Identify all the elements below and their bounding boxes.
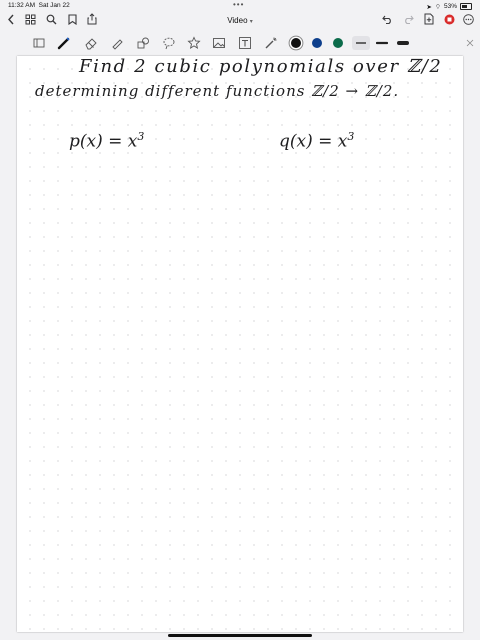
note-line-1: Find 2 cubic polynomials over ℤ/2 bbox=[79, 56, 443, 77]
stroke-thin-icon[interactable] bbox=[352, 36, 370, 50]
multitasking-dots[interactable]: ••• bbox=[233, 0, 244, 9]
status-bar: 11:32 AM Sat Jan 22 ••• ➤ ⌔ 53% bbox=[0, 0, 480, 11]
stroke-thick-icon[interactable] bbox=[396, 36, 410, 50]
highlighter-icon[interactable] bbox=[110, 36, 124, 50]
note-page[interactable]: Find 2 cubic polynomials over ℤ/2 determ… bbox=[17, 56, 463, 632]
undo-icon[interactable] bbox=[381, 13, 393, 25]
lasso-select-icon[interactable] bbox=[162, 36, 176, 50]
color-swatch-blue[interactable] bbox=[312, 38, 322, 48]
color-swatch-black[interactable] bbox=[291, 38, 301, 48]
expression-q: q(x) = x3 bbox=[279, 130, 355, 152]
home-indicator[interactable] bbox=[168, 634, 312, 637]
battery-icon bbox=[460, 3, 472, 10]
pen-icon[interactable] bbox=[57, 36, 71, 50]
chevron-down-icon[interactable]: ▾ bbox=[250, 19, 253, 25]
toolbar-collapse-icon[interactable] bbox=[463, 36, 477, 50]
note-line-2: determining different functions ℤ/2 → ℤ/… bbox=[35, 82, 400, 100]
status-right: ➤ ⌔ 53% bbox=[426, 2, 472, 11]
image-icon[interactable] bbox=[212, 36, 226, 50]
text-icon[interactable] bbox=[238, 36, 252, 50]
battery-percent: 53% bbox=[443, 3, 457, 10]
eraser-icon[interactable] bbox=[84, 36, 98, 50]
expression-p: p(x) = x3 bbox=[69, 130, 145, 152]
record-icon[interactable] bbox=[443, 13, 455, 25]
redo-icon[interactable] bbox=[402, 13, 414, 25]
laser-icon[interactable] bbox=[264, 36, 278, 50]
status-time: 11:32 AM Sat Jan 22 bbox=[8, 2, 70, 9]
add-page-icon[interactable] bbox=[423, 13, 435, 25]
color-swatch-green[interactable] bbox=[333, 38, 343, 48]
more-icon[interactable] bbox=[462, 13, 474, 25]
location-icon: ➤ bbox=[426, 3, 432, 11]
wifi-icon: ⌔ bbox=[434, 4, 441, 11]
lasso-icon[interactable] bbox=[32, 36, 46, 50]
shapes-icon[interactable] bbox=[136, 36, 150, 50]
stroke-medium-icon[interactable] bbox=[375, 36, 389, 50]
sticker-icon[interactable] bbox=[187, 36, 201, 50]
